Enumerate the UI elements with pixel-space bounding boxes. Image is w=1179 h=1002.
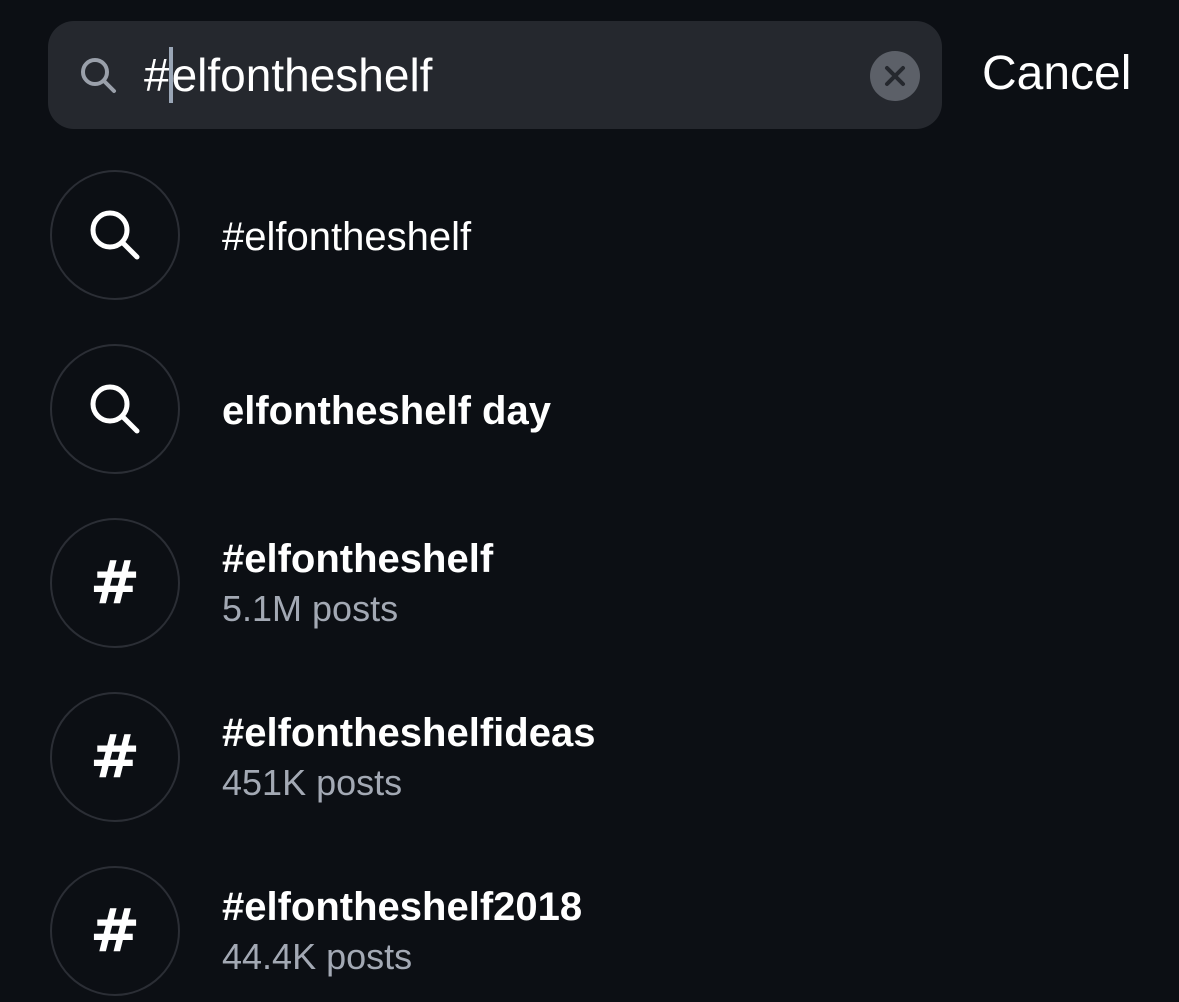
hashtag-icon-circle: # — [50, 692, 180, 822]
search-suggestion-row[interactable]: #elfontheshelf — [0, 148, 1179, 322]
search-icon — [81, 58, 116, 93]
close-icon — [885, 66, 905, 86]
suggestion-label: #elfontheshelf — [222, 215, 472, 259]
hashtag-result-row[interactable]: # #elfontheshelf 5.1M posts — [0, 496, 1179, 670]
hashtag-icon: # — [89, 896, 141, 966]
hashtag-icon-circle: # — [50, 866, 180, 996]
hashtag-post-count: 451K posts — [222, 762, 403, 803]
hashtag-icon-circle: # — [50, 518, 180, 648]
clear-search-button[interactable] — [870, 51, 920, 101]
hashtag-label: #elfontheshelf — [222, 537, 494, 581]
cancel-button[interactable]: Cancel — [982, 44, 1131, 104]
hashtag-result-row[interactable]: # #elfontheshelfideas 451K posts — [0, 670, 1179, 844]
hashtag-label: #elfontheshelf2018 — [222, 885, 583, 929]
suggestion-label: elfontheshelf day — [222, 389, 551, 433]
suggestion-icon-circle — [50, 344, 180, 474]
suggestion-icon-circle — [50, 170, 180, 300]
search-icon — [90, 384, 140, 434]
hashtag-post-count: 5.1M posts — [222, 588, 399, 629]
hashtag-icon: # — [89, 722, 141, 792]
hashtag-post-count: 44.4K posts — [222, 936, 413, 977]
hashtag-result-row[interactable]: # #elfontheshelf2018 44.4K posts — [0, 844, 1179, 1002]
search-icon — [90, 210, 140, 260]
hashtag-icon: # — [89, 548, 141, 618]
search-query-text: elfontheshelf — [171, 49, 433, 101]
search-screen: #elfontheshelf Cancel #elfontheshelf elf… — [0, 0, 1179, 1002]
hashtag-label: #elfontheshelfideas — [222, 711, 596, 755]
search-bar[interactable]: #elfontheshelf — [48, 21, 942, 129]
search-query-prefix: # — [144, 49, 170, 101]
search-input[interactable]: #elfontheshelf — [144, 47, 844, 103]
search-suggestion-row[interactable]: elfontheshelf day — [0, 322, 1179, 496]
